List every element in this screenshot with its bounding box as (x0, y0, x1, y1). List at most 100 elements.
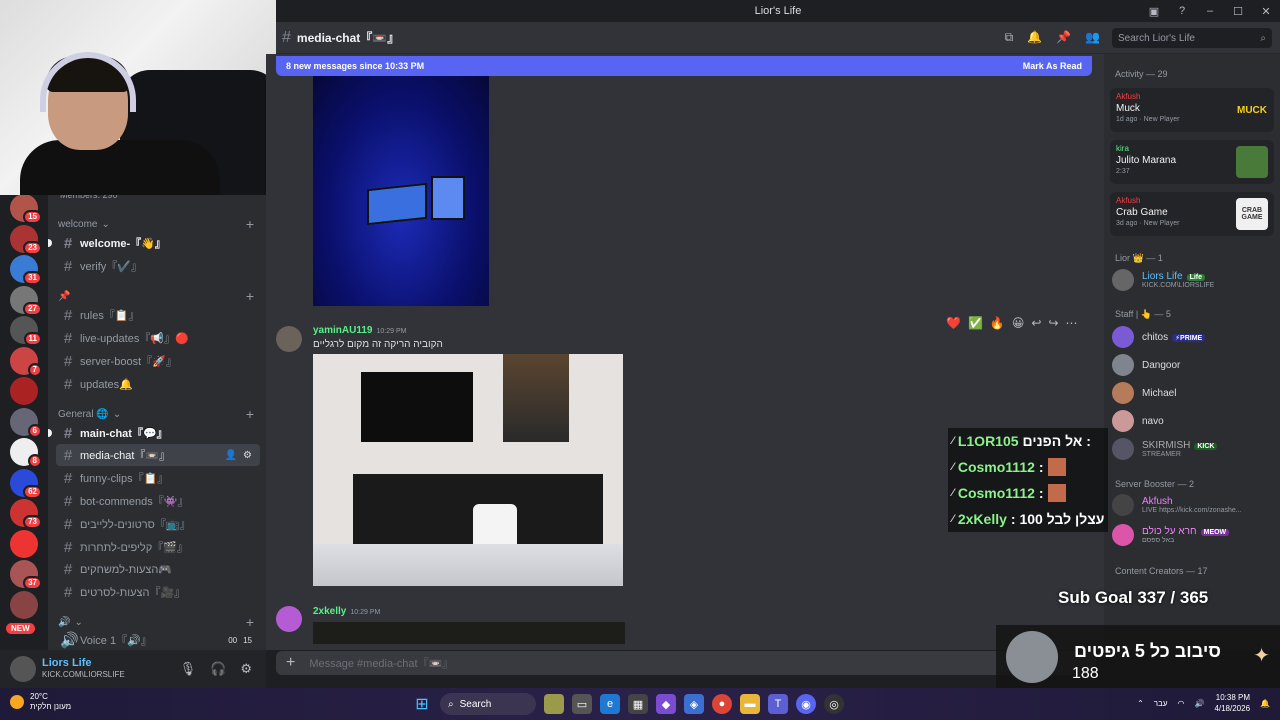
attachment-image[interactable] (313, 76, 489, 306)
channel-media-chat[interactable]: # media-chat『📼』 👤 ⚙ (56, 444, 260, 466)
add-channel-icon[interactable]: + (246, 406, 254, 422)
pin-icon[interactable]: 📌 (1056, 30, 1071, 45)
chrome-icon[interactable]: ● (712, 694, 732, 714)
message-input[interactable]: + Message #media-chat『📼』 (276, 651, 1096, 675)
server-icon[interactable]: 62 (10, 468, 42, 499)
store-icon[interactable]: ▦ (628, 694, 648, 714)
members-icon[interactable]: 👥 (1085, 30, 1100, 45)
server-icon[interactable]: 31 (10, 255, 42, 285)
copilot-icon[interactable]: ◆ (656, 694, 676, 714)
threads-icon[interactable]: ⧉ (1005, 30, 1014, 45)
server-icon[interactable]: 23 (10, 224, 42, 255)
channel-bot-commends[interactable]: # bot-commends『👾』 (56, 490, 260, 512)
channel-main-chat[interactable]: # main-chat『💬』 (56, 422, 260, 444)
channel-videos[interactable]: # סרטונים-ללייבים『📺』 (56, 513, 260, 535)
message-author[interactable]: yaminAU119 10:29 PM (313, 325, 406, 336)
channel-voice-1[interactable]: 🔊 Voice 1『🔊』 00 15 (56, 629, 260, 651)
member-item[interactable]: Akfush LIVE https://kick.com/zonashe... (1112, 492, 1276, 518)
server-icon[interactable]: 8 (10, 438, 42, 468)
server-icon[interactable] (10, 529, 38, 558)
avatar[interactable] (10, 656, 36, 682)
channel-verify[interactable]: # verify『✔️』 (56, 255, 260, 277)
volume-icon[interactable]: 🔊 (1194, 699, 1204, 708)
member-item[interactable]: Michael (1112, 380, 1276, 406)
inbox-icon[interactable]: ▣ (1140, 5, 1168, 18)
maximize-button[interactable]: ☐ (1224, 5, 1252, 18)
heart-reaction-icon[interactable]: ❤️ (946, 316, 961, 330)
server-icon[interactable]: 73 (10, 499, 42, 529)
wifi-icon[interactable]: ◠ (1177, 699, 1184, 708)
channel-movie-suggestions[interactable]: # הצעות-לסרטים『🎥』 (56, 581, 260, 603)
obs-icon[interactable]: ◎ (824, 694, 844, 714)
forward-icon[interactable]: ↪ (1048, 316, 1058, 330)
server-icon[interactable]: 6 (10, 407, 42, 438)
taskbar-search[interactable]: ⌕ Search (440, 693, 536, 715)
invite-icon[interactable]: 👤 (225, 450, 237, 461)
chevron-up-icon[interactable]: ⌃ (1137, 699, 1144, 708)
add-reaction-icon[interactable]: 😀 (1012, 316, 1025, 330)
member-item[interactable]: חרא על כולם MEOW באל ספסם (1112, 522, 1276, 548)
help-icon[interactable]: ? (1168, 5, 1196, 17)
activity-card[interactable]: Akfush Muck 1d ago · New Player MUCK (1110, 88, 1274, 132)
add-channel-icon[interactable]: + (246, 614, 254, 630)
widget-icon[interactable] (544, 694, 564, 714)
member-item[interactable]: SKIRMISH KICK STREAMER (1112, 436, 1276, 462)
microphone-icon[interactable]: 🎙 (180, 661, 197, 677)
clock[interactable]: 10:38 PM 4/18/2026 (1214, 692, 1250, 714)
edge-icon[interactable]: e (600, 694, 620, 714)
member-item[interactable]: Liors Life Life KICK.COM\LIORSLIFE (1112, 267, 1276, 293)
member-item[interactable]: navo (1112, 408, 1276, 434)
channel-updates[interactable]: # updates🔔 (56, 373, 260, 395)
channel-welcome[interactable]: # welcome-『👋』 (56, 232, 260, 254)
gear-icon[interactable]: ⚙ (240, 661, 252, 677)
member-item[interactable]: chitos ⚡PRIME (1112, 324, 1276, 350)
category-welcome[interactable]: welcome ⌄ (58, 219, 110, 230)
minimize-button[interactable]: – (1196, 5, 1224, 17)
search-input[interactable]: Search Lior's Life ⌕ (1112, 28, 1272, 48)
member-item[interactable]: Dangoor (1112, 352, 1276, 378)
mark-as-read-button[interactable]: Mark As Read (1023, 61, 1082, 71)
category-general[interactable]: General 🌐 ⌄ (58, 409, 121, 420)
server-icon[interactable]: 15 (10, 194, 42, 224)
new-messages-bar[interactable]: 8 new messages since 10:33 PM Mark As Re… (276, 56, 1092, 76)
attachment-image[interactable] (313, 622, 625, 644)
server-icon[interactable]: 37 (10, 560, 42, 590)
activity-card[interactable]: kira Julito Marana 2:37 (1110, 140, 1274, 184)
server-icon[interactable] (10, 590, 38, 619)
message-author[interactable]: 2xkelly 10:29 PM (313, 606, 380, 617)
channel-funny-clips[interactable]: # funny-clips『📋』 (56, 467, 260, 489)
fire-reaction-icon[interactable]: 🔥 (990, 316, 1005, 330)
avatar[interactable] (276, 326, 302, 352)
channel-server-boost[interactable]: # server-boost『🚀』 (56, 350, 260, 372)
channel-game-suggestions[interactable]: # הצעות-למשחקים🎮 (56, 558, 260, 580)
windows-start-icon[interactable]: ⊞ (412, 694, 432, 714)
notification-icon[interactable]: 🔔 (1260, 699, 1270, 708)
folder-icon[interactable]: ▬ (740, 694, 760, 714)
task-view-icon[interactable]: ▭ (572, 694, 592, 714)
server-icon[interactable]: 7 (10, 346, 42, 377)
add-channel-icon[interactable]: + (246, 288, 254, 304)
activity-card[interactable]: Akfush Crab Game 3d ago · New Player CRA… (1110, 192, 1274, 236)
attachment-photo[interactable] (313, 354, 623, 586)
gear-icon[interactable]: ⚙ (243, 450, 252, 461)
reply-icon[interactable]: ↩ (1031, 316, 1041, 330)
close-button[interactable]: ✕ (1252, 5, 1280, 18)
teams-icon[interactable]: T (768, 694, 788, 714)
channel-clips-contest[interactable]: # קליפים-לתחרות『🎬』 (56, 536, 260, 558)
server-icon[interactable] (10, 377, 38, 405)
channel-rules[interactable]: # rules『📋』 (56, 304, 260, 326)
plus-icon[interactable]: + (286, 654, 295, 672)
headphones-icon[interactable]: 🎧 (210, 661, 226, 677)
language-indicator[interactable]: עבר (1154, 699, 1168, 708)
weather-widget[interactable]: 20°C מעונן חלקית (10, 692, 71, 712)
channel-live-updates[interactable]: # live-updates『📢』🔴 (56, 327, 260, 349)
bell-icon[interactable]: 🔔 (1027, 30, 1042, 45)
server-icon[interactable]: 27 (10, 285, 42, 316)
category-pinned[interactable]: 📌 (58, 291, 70, 302)
category-voice[interactable]: 🔊 ⌄ (58, 617, 83, 628)
discord-icon[interactable]: ◉ (796, 694, 816, 714)
avatar[interactable] (276, 606, 302, 632)
m365-icon[interactable]: ◈ (684, 694, 704, 714)
add-channel-icon[interactable]: + (246, 216, 254, 232)
check-reaction-icon[interactable]: ✅ (968, 316, 983, 330)
